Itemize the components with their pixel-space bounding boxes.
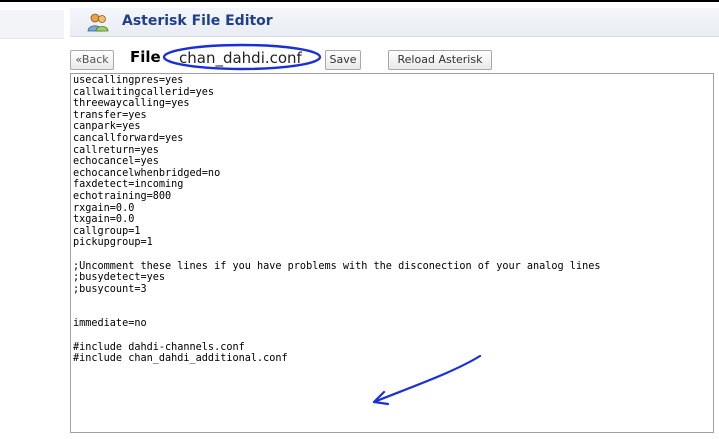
file-toolbar: «Back File chan_dahdi.conf Save Reload A… — [70, 43, 719, 72]
back-button[interactable]: «Back — [70, 50, 114, 70]
file-content-editor[interactable]: usecallingpres=yes callwaitingcallerid=y… — [70, 73, 714, 433]
file-label: File — [130, 48, 161, 66]
main-panel: Asterisk File Editor «Back File chan_dah… — [64, 2, 719, 439]
save-button[interactable]: Save — [325, 50, 361, 70]
users-icon — [87, 13, 109, 32]
reload-asterisk-button[interactable]: Reload Asterisk — [388, 50, 492, 70]
title-bar: Asterisk File Editor — [70, 8, 719, 37]
sidebar-tab-shadow — [0, 10, 64, 39]
file-name-text: chan_dahdi.conf — [179, 49, 302, 67]
left-sidebar-strip — [0, 2, 64, 439]
app-title: Asterisk File Editor — [122, 13, 273, 29]
